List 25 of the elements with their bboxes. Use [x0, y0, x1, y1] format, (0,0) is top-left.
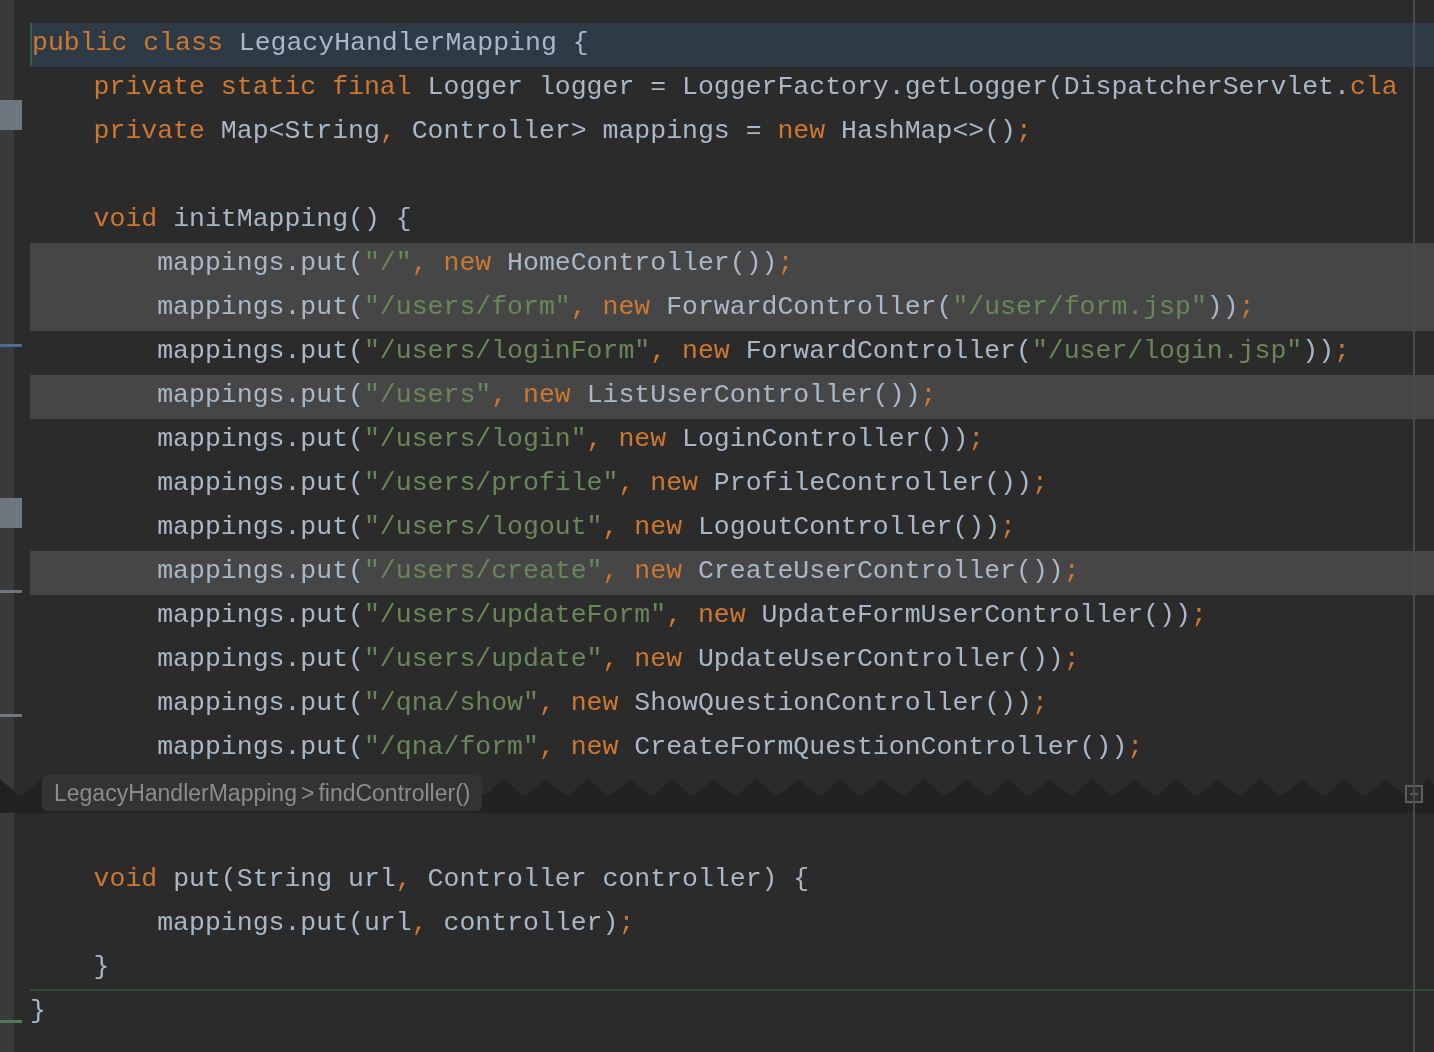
breadcrumb-item[interactable]: findController() [318, 775, 471, 811]
change-marker[interactable] [0, 714, 22, 717]
code-line: mappings.put("/users/login", new LoginController()); [156, 423, 986, 457]
change-marker[interactable] [0, 1020, 22, 1023]
code-line: mappings.put(url, controller); [156, 907, 636, 941]
code-line: mappings.put("/qna/show", new ShowQuestionController()); [156, 687, 1049, 721]
code-line: private static final Logger logger = LoggerFactory.getLogger(DispatcherServlet.cla [92, 71, 1399, 105]
code-line: mappings.put("/users/profile", new ProfileController()); [156, 467, 1049, 501]
code-line: mappings.put("/users/updateForm", new UpdateFormUserController()); [156, 599, 1208, 633]
code-line: } [30, 947, 1434, 991]
breadcrumb-item[interactable]: LegacyHandlerMapping [54, 775, 297, 811]
code-line: mappings.put("/users/logout", new LogoutController()); [156, 511, 1017, 545]
change-marker[interactable] [0, 100, 22, 130]
breadcrumb-separator: > [300, 778, 315, 808]
expand-icon[interactable] [1405, 785, 1423, 803]
code-line: mappings.put("/users/update", new UpdateUserController()); [156, 643, 1081, 677]
code-line: mappings.put("/qna/form", new CreateFormQuestionController()); [156, 731, 1145, 765]
change-marker[interactable] [0, 498, 22, 528]
code-line: private Map<String, Controller> mappings = new HashMap<>(); [92, 115, 1033, 149]
change-marker[interactable] [0, 590, 22, 593]
code-line: void put(String url, Controller controller) { [92, 863, 811, 897]
code-line: void initMapping() { [92, 203, 413, 237]
change-marker[interactable] [0, 344, 22, 347]
code-line: } [30, 995, 47, 1029]
code-line: mappings.put("/users/loginForm", new ForwardController("/user/login.jsp")); [156, 335, 1351, 369]
